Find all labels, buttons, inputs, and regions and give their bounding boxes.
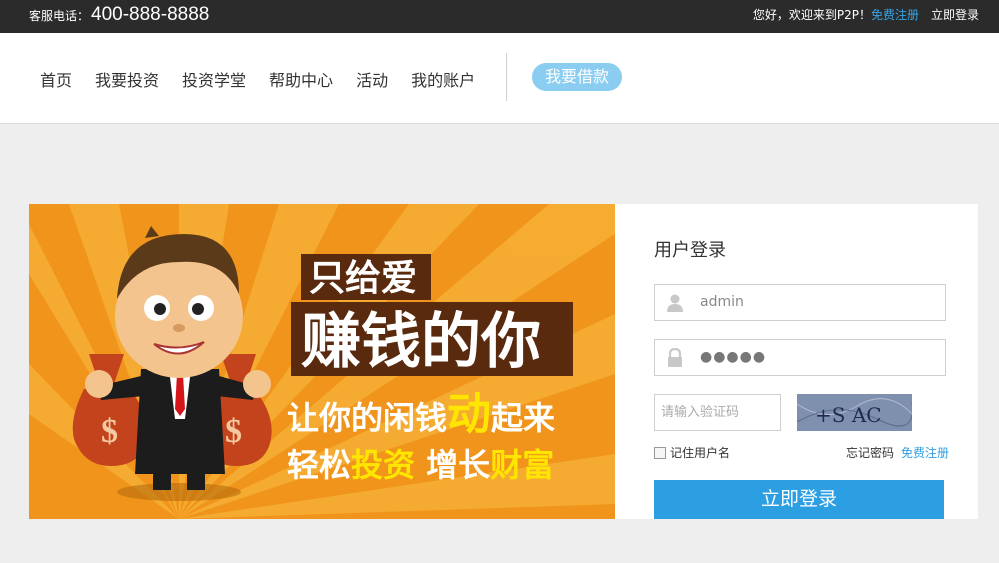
- banner-line1: 只给爱: [309, 258, 417, 299]
- lock-icon: [668, 348, 682, 367]
- remember-checkbox[interactable]: [654, 446, 666, 459]
- captcha-image[interactable]: +S AC: [797, 394, 912, 431]
- remember-label: 记住用户名: [670, 446, 731, 460]
- welcome-text: 您好，欢迎来到P2P！: [752, 8, 871, 22]
- banner-line3c: 起来: [491, 399, 555, 437]
- captcha-text: +S AC: [815, 403, 882, 427]
- free-register-link[interactable]: 免费注册: [901, 444, 949, 461]
- login-submit-button[interactable]: 立即登录: [654, 480, 944, 519]
- hotline-number: 400-888-8888: [91, 4, 210, 25]
- borrow-button[interactable]: 我要借款: [532, 63, 622, 91]
- banner-line4b: 投资: [351, 446, 415, 484]
- top-bar: 客服电话： 400-888-8888 您好，欢迎来到P2P！ 免费注册 立即登录: [0, 0, 999, 33]
- hotline: 客服电话： 400-888-8888: [29, 4, 210, 25]
- nav-item-invest[interactable]: 我要投资: [95, 67, 159, 91]
- banner-illustration: $ $ 只给爱 赚钱的你 让你的闲钱动起来 轻松投资 增长财富: [29, 204, 615, 519]
- banner-line4d: 财富: [490, 446, 554, 484]
- captcha-input[interactable]: 请输入验证码: [654, 394, 781, 431]
- bag-symbol-right: $: [225, 413, 242, 450]
- top-register-link[interactable]: 免费注册: [871, 6, 919, 23]
- password-value: ●●●●●: [700, 349, 767, 365]
- bag-symbol-left: $: [101, 413, 118, 450]
- banner-line4c: 增长: [415, 446, 490, 484]
- nav-divider: [506, 53, 507, 101]
- nav-item-events[interactable]: 活动: [356, 67, 388, 91]
- top-login-link[interactable]: 立即登录: [931, 6, 979, 23]
- forgot-password-link[interactable]: 忘记密码: [846, 444, 894, 461]
- username-field[interactable]: admin: [654, 284, 946, 321]
- main-nav: 首页 我要投资 投资学堂 帮助中心 活动 我的账户 我要借款: [0, 33, 999, 124]
- captcha-graphic: +S AC: [797, 394, 912, 431]
- login-title: 用户登录: [654, 240, 726, 261]
- hotline-label: 客服电话：: [29, 9, 90, 23]
- top-right-links: 您好，欢迎来到P2P！ 免费注册 立即登录: [753, 6, 979, 23]
- banner-line2: 赚钱的你: [301, 307, 541, 377]
- svg-text:轻松投资 增长财富: 轻松投资 增长财富: [287, 446, 554, 484]
- nav-items: 首页 我要投资 投资学堂 帮助中心 活动 我的账户: [40, 67, 498, 91]
- password-field[interactable]: ●●●●●: [654, 339, 946, 376]
- banner-tagline: 让你的闲钱动起来 轻松投资 增长财富: [287, 389, 555, 484]
- banner-line3b: 动: [447, 389, 491, 440]
- banner-line4a: 轻松: [287, 446, 351, 484]
- nav-item-home[interactable]: 首页: [40, 67, 72, 91]
- login-panel: 用户登录 admin ●●●●● 请输入验证码 +S AC 记住用户名 忘记密码…: [615, 204, 978, 519]
- nav-item-help[interactable]: 帮助中心: [269, 67, 333, 91]
- user-icon: [667, 294, 683, 312]
- nav-item-account[interactable]: 我的账户: [411, 67, 475, 91]
- banner-line3a: 让你的闲钱: [287, 399, 447, 437]
- promo-banner[interactable]: $ $ 只给爱 赚钱的你 让你的闲钱动起来 轻松投资 增长财富: [29, 204, 615, 519]
- nav-item-academy[interactable]: 投资学堂: [182, 67, 246, 91]
- remember-username: 记住用户名: [654, 444, 730, 461]
- username-value: admin: [700, 294, 744, 310]
